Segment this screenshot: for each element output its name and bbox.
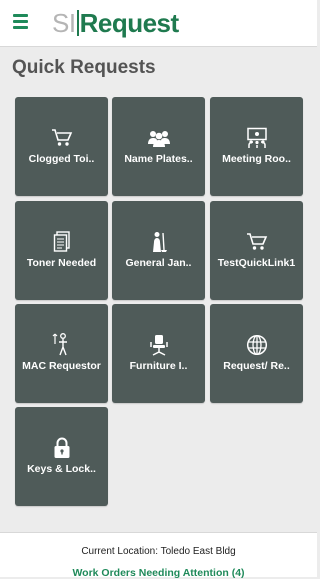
tile-label: Furniture I.. (129, 360, 188, 372)
tile-mac-requestor[interactable]: MAC Requestor (15, 304, 108, 403)
tile-label: MAC Requestor (22, 360, 101, 372)
quick-requests-grid: Clogged Toi.. Name Plates.. Meeting Roo.… (0, 0, 317, 520)
shopping-cart-icon (210, 231, 303, 253)
tile-label: Request/ Re.. (223, 360, 290, 372)
footer-bar: Current Location: Toledo East Bldg Work … (0, 532, 317, 579)
office-chair-icon (112, 334, 205, 356)
document-icon (15, 231, 108, 253)
tile-label: TestQuickLink1 (217, 257, 296, 269)
tile-meeting-room[interactable]: Meeting Roo.. (210, 97, 303, 196)
tile-label: Name Plates.. (124, 153, 193, 165)
people-group-icon (112, 127, 205, 149)
tile-general-janitorial[interactable]: General Jan.. (112, 201, 205, 300)
tile-name-plates[interactable]: Name Plates.. (112, 97, 205, 196)
tile-furniture[interactable]: Furniture I.. (112, 304, 205, 403)
shopping-cart-icon (15, 127, 108, 149)
tile-label: Toner Needed (26, 257, 97, 269)
tile-label: Meeting Roo.. (222, 153, 291, 165)
tile-label: Clogged Toi.. (28, 153, 95, 165)
globe-icon (210, 334, 303, 356)
tile-clogged-toilet[interactable]: Clogged Toi.. (15, 97, 108, 196)
work-orders-attention-link[interactable]: Work Orders Needing Attention (4) (0, 567, 317, 579)
presentation-board-icon (210, 127, 303, 149)
janitor-mop-icon (112, 231, 205, 253)
current-location-text[interactable]: Current Location: Toledo East Bldg (0, 546, 317, 557)
tile-request-re[interactable]: Request/ Re.. (210, 304, 303, 403)
tile-testquicklink1[interactable]: TestQuickLink1 (210, 201, 303, 300)
tile-keys-locks[interactable]: Keys & Lock.. (15, 407, 108, 506)
tile-label: General Jan.. (125, 257, 192, 269)
padlock-icon (15, 437, 108, 459)
person-move-icon (15, 333, 108, 356)
tile-toner-needed[interactable]: Toner Needed (15, 201, 108, 300)
tile-label: Keys & Lock.. (27, 463, 96, 475)
